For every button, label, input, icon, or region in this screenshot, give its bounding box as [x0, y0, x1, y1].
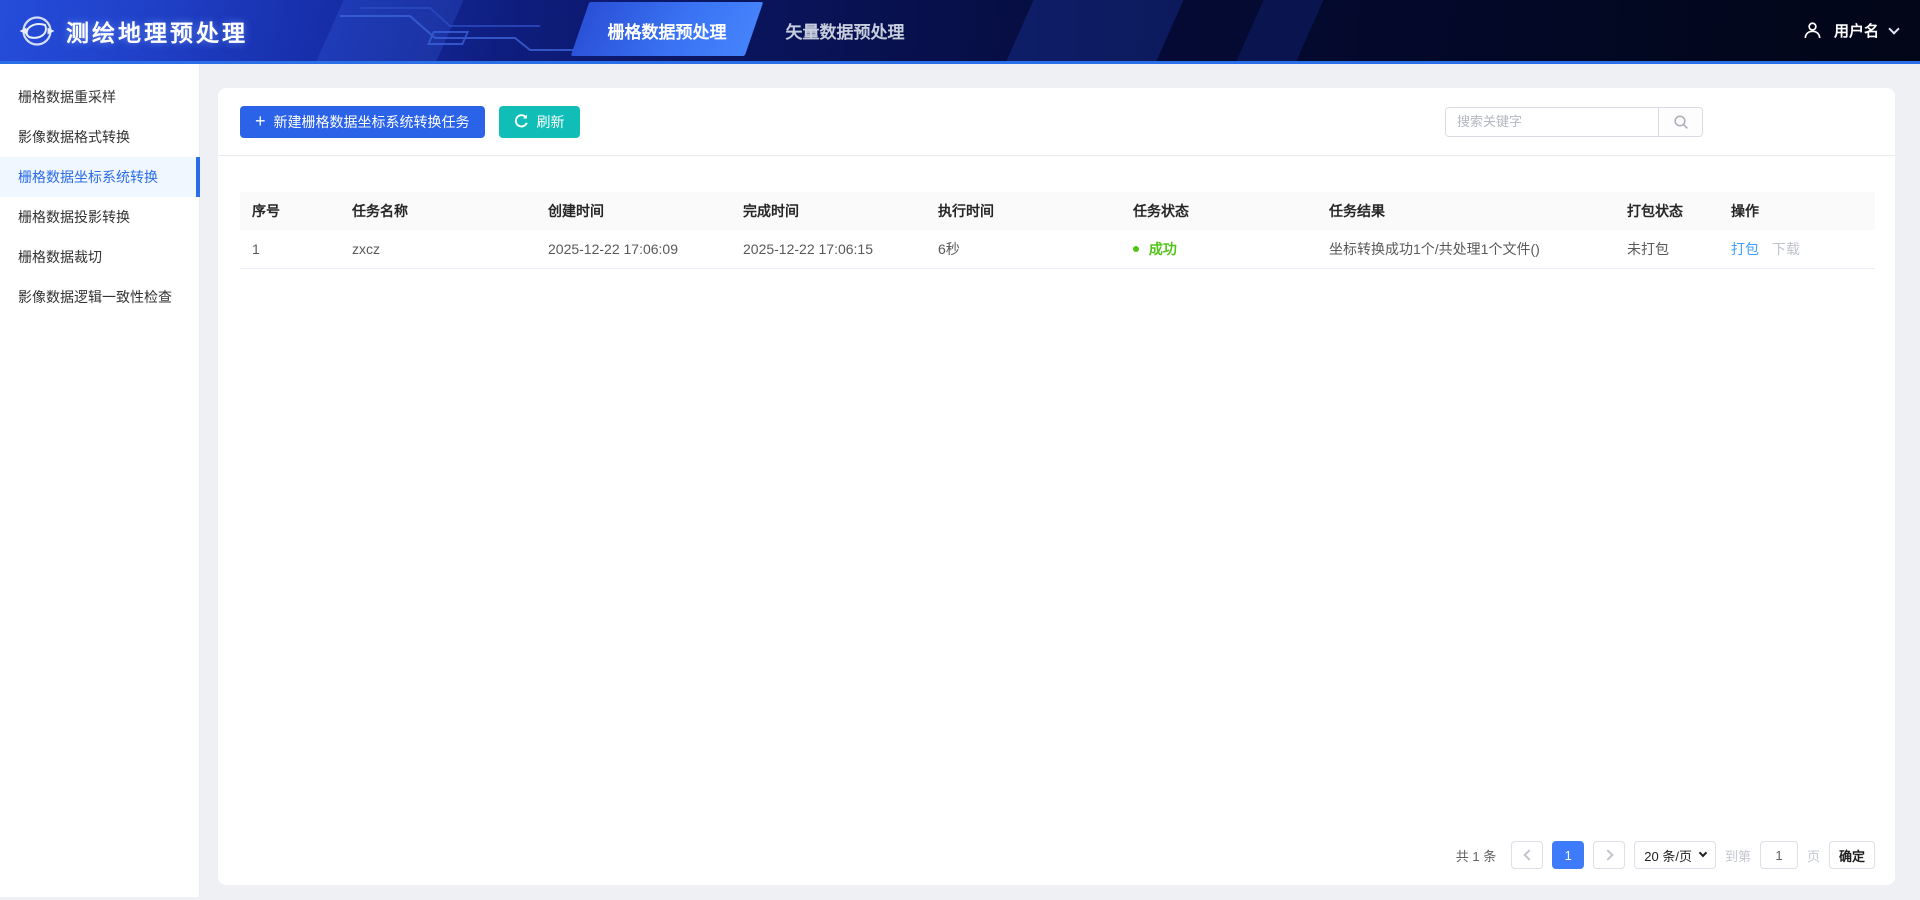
current-page-label: 1 [1565, 848, 1572, 863]
chevron-down-icon [1699, 849, 1707, 857]
goto-prefix-label: 到第 [1725, 846, 1751, 865]
col-result: 任务结果 [1317, 192, 1615, 230]
circuit-lines-decoration [340, 0, 580, 61]
goto-confirm-button[interactable]: 确定 [1829, 841, 1875, 869]
cell-task-name: zxcz [340, 230, 536, 268]
content-card: + 新建栅格数据坐标系统转换任务 刷新 [218, 88, 1895, 885]
sidebar-item-raster-projection-convert[interactable]: 栅格数据投影转换 [0, 197, 199, 237]
col-finished-time: 完成时间 [731, 192, 926, 230]
toolbar: + 新建栅格数据坐标系统转换任务 刷新 [218, 88, 1895, 156]
refresh-label: 刷新 [537, 112, 565, 132]
cell-actions: 打包 下载 [1719, 230, 1875, 268]
next-page-button[interactable] [1593, 841, 1625, 869]
refresh-button[interactable]: 刷新 [499, 106, 580, 138]
header-decoration [1236, 0, 1323, 61]
col-status: 任务状态 [1121, 192, 1317, 230]
chevron-left-icon [1523, 849, 1534, 860]
cell-status: 成功 [1121, 230, 1317, 268]
search-box [1445, 107, 1703, 137]
chevron-right-icon [1602, 849, 1613, 860]
download-action-link[interactable]: 下载 [1772, 241, 1800, 257]
header-decoration [316, 0, 463, 61]
goto-page-input[interactable] [1760, 841, 1798, 869]
cell-created-time: 2025-12-22 17:06:09 [536, 230, 731, 268]
search-input[interactable] [1446, 108, 1658, 136]
plus-icon: + [255, 112, 266, 130]
goto-suffix-label: 页 [1807, 846, 1820, 865]
page-size-label: 20 条/页 [1644, 846, 1692, 865]
cell-pack-status: 未打包 [1615, 230, 1719, 268]
task-table-wrap: 序号 任务名称 创建时间 完成时间 执行时间 任务状态 任务结果 打包状态 操作 [218, 156, 1895, 269]
new-task-label: 新建栅格数据坐标系统转换任务 [274, 112, 470, 132]
cell-index: 1 [240, 230, 340, 268]
status-dot [1133, 246, 1139, 252]
prev-page-button[interactable] [1511, 841, 1543, 869]
table-row: 1 zxcz 2025-12-22 17:06:09 2025-12-22 17… [240, 230, 1875, 268]
tab-label: 矢量数据预处理 [786, 18, 905, 43]
main-area: + 新建栅格数据坐标系统转换任务 刷新 [200, 64, 1920, 897]
new-task-button[interactable]: + 新建栅格数据坐标系统转换任务 [240, 106, 485, 138]
total-count-label: 共 1 条 [1456, 846, 1496, 865]
status-text: 成功 [1149, 241, 1177, 257]
sidebar-item-image-format-convert[interactable]: 影像数据格式转换 [0, 117, 199, 157]
cell-finished-time: 2025-12-22 17:06:15 [731, 230, 926, 268]
search-icon [1673, 114, 1689, 130]
tab-vector-preprocessing[interactable]: 矢量数据预处理 [756, 0, 934, 61]
app-header: 测绘地理预处理 栅格数据预处理 矢量数据预处理 用户名 [0, 0, 1920, 64]
tab-label: 栅格数据预处理 [608, 18, 727, 43]
app-logo-area: 测绘地理预处理 [0, 12, 248, 50]
tab-raster-preprocessing[interactable]: 栅格数据预处理 [578, 0, 756, 61]
chevron-down-icon [1888, 23, 1899, 34]
cell-duration: 6秒 [926, 230, 1121, 268]
col-task-name: 任务名称 [340, 192, 536, 230]
col-actions: 操作 [1719, 192, 1875, 230]
refresh-icon [514, 114, 529, 129]
app-title: 测绘地理预处理 [66, 14, 248, 48]
user-icon [1802, 20, 1823, 41]
sidebar-item-raster-coordinate-convert[interactable]: 栅格数据坐标系统转换 [0, 157, 199, 197]
col-index: 序号 [240, 192, 340, 230]
task-table: 序号 任务名称 创建时间 完成时间 执行时间 任务状态 任务结果 打包状态 操作 [240, 192, 1875, 269]
username-label: 用户名 [1834, 20, 1879, 41]
sidebar-item-raster-resample[interactable]: 栅格数据重采样 [0, 77, 199, 117]
page-content: 栅格数据重采样 影像数据格式转换 栅格数据坐标系统转换 栅格数据投影转换 栅格数… [0, 64, 1920, 897]
pagination: 共 1 条 1 20 条/页 到第 页 确定 [218, 841, 1895, 885]
pack-action-link[interactable]: 打包 [1731, 241, 1759, 257]
search-button[interactable] [1658, 108, 1702, 136]
sidebar-item-image-logic-check[interactable]: 影像数据逻辑一致性检查 [0, 277, 199, 317]
page-number-button[interactable]: 1 [1552, 841, 1584, 869]
col-duration: 执行时间 [926, 192, 1121, 230]
col-created-time: 创建时间 [536, 192, 731, 230]
cell-result: 坐标转换成功1个/共处理1个文件() [1317, 230, 1615, 268]
header-decoration [1006, 0, 1183, 61]
col-pack-status: 打包状态 [1615, 192, 1719, 230]
sidebar-item-raster-clip[interactable]: 栅格数据裁切 [0, 237, 199, 277]
page-size-select[interactable]: 20 条/页 [1634, 841, 1716, 869]
header-tabs: 栅格数据预处理 矢量数据预处理 [578, 0, 934, 61]
user-menu[interactable]: 用户名 [1802, 0, 1898, 61]
app-logo-icon [18, 12, 56, 50]
sidebar-nav: 栅格数据重采样 影像数据格式转换 栅格数据坐标系统转换 栅格数据投影转换 栅格数… [0, 64, 200, 897]
table-header-row: 序号 任务名称 创建时间 完成时间 执行时间 任务状态 任务结果 打包状态 操作 [240, 192, 1875, 230]
